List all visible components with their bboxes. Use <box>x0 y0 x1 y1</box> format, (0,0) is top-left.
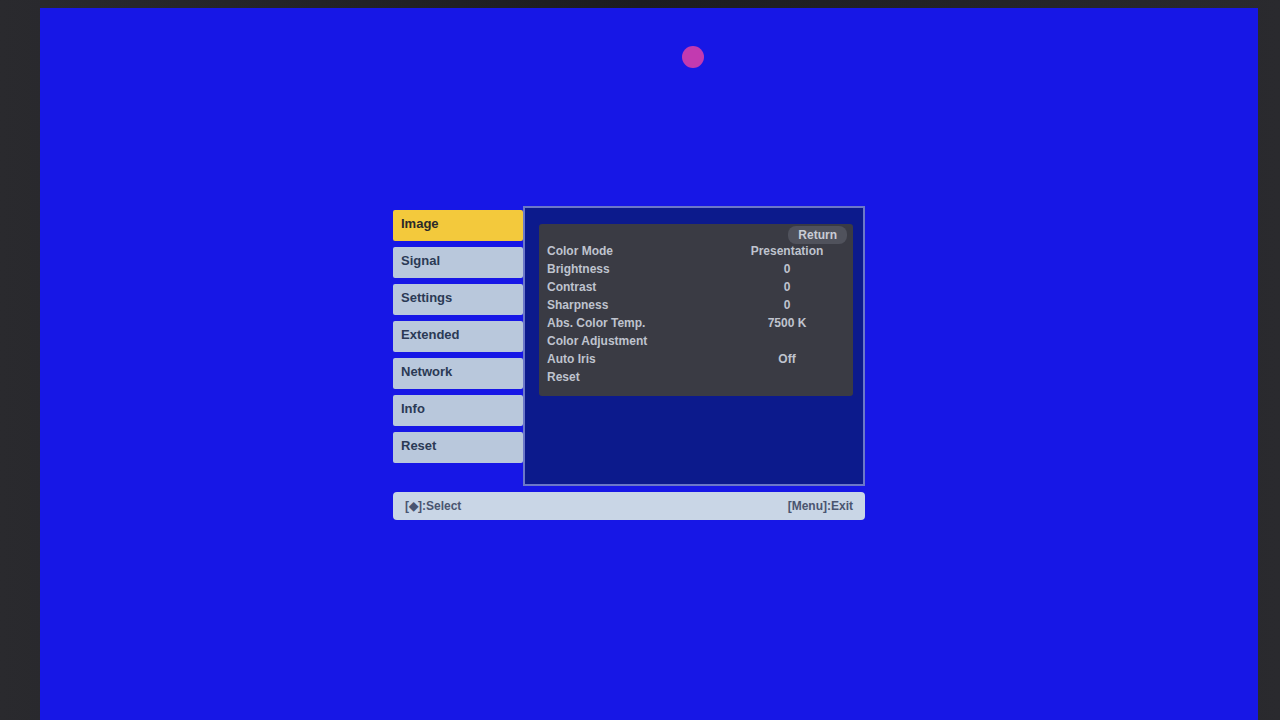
setting-row[interactable]: Sharpness 0 <box>547 298 847 316</box>
return-row: Return <box>547 226 847 244</box>
setting-row[interactable]: Auto Iris Off <box>547 352 847 370</box>
select-hint: [◆]:Select <box>405 499 461 513</box>
menu-tab[interactable]: Reset <box>393 432 523 463</box>
setting-row[interactable]: Reset <box>547 370 847 388</box>
settings-list: ReturnColor ModePresentationBrightness0C… <box>539 224 853 396</box>
setting-label: Contrast <box>547 280 596 298</box>
projector-menu: Image Signal Settings Extended Network Info Re… <box>393 206 865 720</box>
menu-body: Image Signal Settings Extended Network Info Re… <box>393 206 865 486</box>
exit-hint: [Menu]:Exit <box>788 499 853 513</box>
projection-screen: Image Signal Settings Extended Network Info Re… <box>40 8 1258 720</box>
menu-tab[interactable]: Image <box>393 210 523 241</box>
setting-value: 0 <box>727 280 847 298</box>
menu-tab[interactable]: Signal <box>393 247 523 278</box>
setting-row[interactable]: Contrast 0 <box>547 280 847 298</box>
menu-tab[interactable]: Info <box>393 395 523 426</box>
menu-tabs: Image Signal Settings Extended Network Info Re… <box>393 206 523 486</box>
menu-tab[interactable]: Settings <box>393 284 523 315</box>
setting-label: Abs. Color Temp. <box>547 316 645 334</box>
help-bar: [◆]:Select [Menu]:Exit <box>393 492 865 520</box>
setting-label: Auto Iris <box>547 352 596 370</box>
settings-panel: ReturnColor ModePresentationBrightness0C… <box>523 206 865 486</box>
projector-frame: Image Signal Settings Extended Network Info Re… <box>0 0 1280 720</box>
sensor-dot-icon <box>682 46 704 68</box>
setting-value: 0 <box>727 298 847 316</box>
setting-row[interactable]: Abs. Color Temp. 7500 K <box>547 316 847 334</box>
setting-label: Reset <box>547 370 580 388</box>
setting-value: Off <box>727 352 847 370</box>
menu-tab[interactable]: Extended <box>393 321 523 352</box>
setting-label: Sharpness <box>547 298 608 316</box>
setting-row[interactable]: Color Mode Presentation <box>547 244 847 262</box>
setting-value: Presentation <box>727 244 847 262</box>
setting-label: Brightness <box>547 262 610 280</box>
setting-row[interactable]: Brightness 0 <box>547 262 847 280</box>
setting-value: 0 <box>727 262 847 280</box>
menu-tab[interactable]: Network <box>393 358 523 389</box>
setting-row[interactable]: Color Adjustment <box>547 334 847 352</box>
setting-label: Color Adjustment <box>547 334 647 352</box>
setting-value: 7500 K <box>727 316 847 334</box>
return-button[interactable]: Return <box>788 226 847 244</box>
setting-label: Color Mode <box>547 244 613 262</box>
